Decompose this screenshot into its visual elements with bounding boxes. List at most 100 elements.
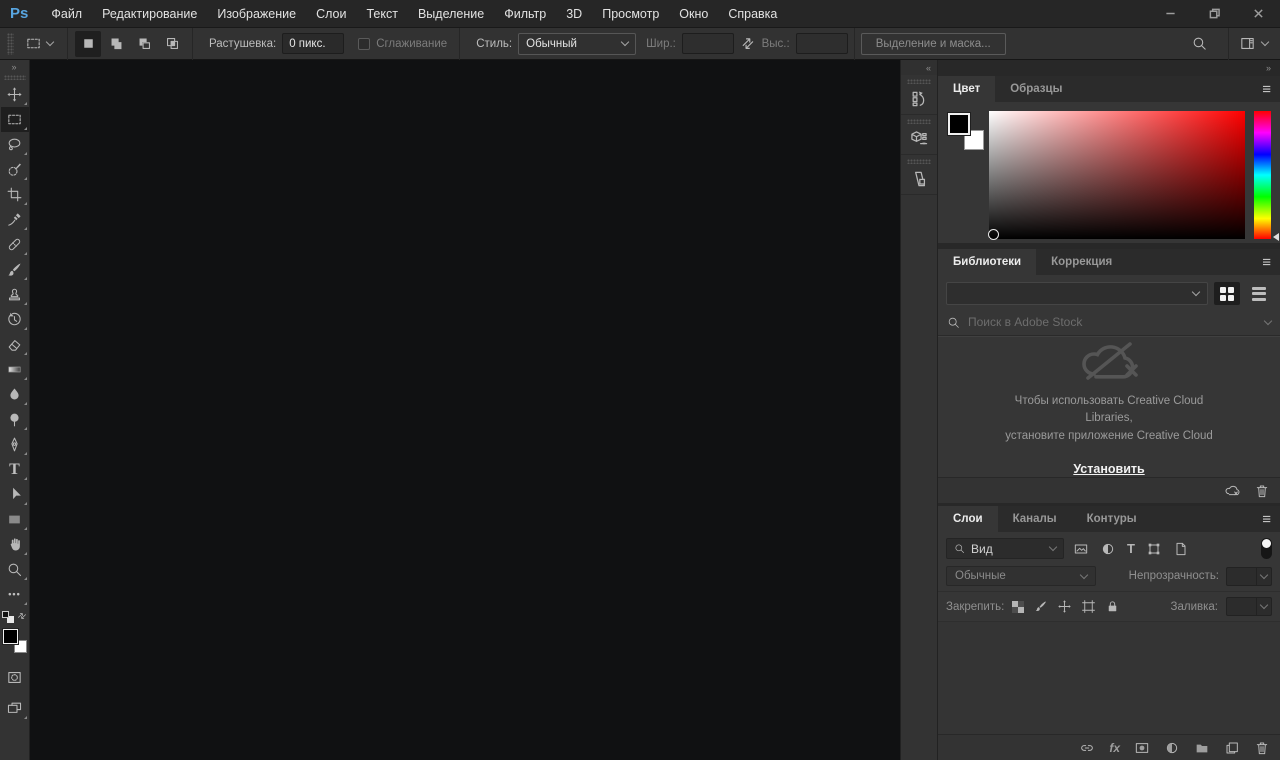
tool-preset-picker[interactable] [17,35,61,52]
menu-image[interactable]: Изображение [207,0,306,28]
tab-swatches[interactable]: Образцы [995,76,1077,102]
tab-libraries[interactable]: Библиотеки [938,249,1036,275]
new-group-icon[interactable] [1194,740,1210,756]
chevron-down-icon[interactable] [1261,38,1269,46]
foreground-color-swatch[interactable] [948,113,970,135]
minimize-button[interactable] [1148,0,1192,28]
lock-position-icon[interactable] [1057,599,1072,614]
info-panel-button[interactable] [901,155,937,195]
width-input[interactable] [682,33,734,54]
layers-list[interactable] [938,622,1280,734]
tab-color[interactable]: Цвет [938,76,995,102]
dodge-tool[interactable] [1,407,29,432]
opacity-input[interactable] [1226,567,1272,586]
tab-channels[interactable]: Каналы [998,506,1072,532]
menu-view[interactable]: Просмотр [592,0,669,28]
stock-search-input[interactable] [968,315,1257,329]
history-panel-button[interactable] [901,75,937,115]
options-grip[interactable] [7,33,14,55]
height-input[interactable] [796,33,848,54]
hand-tool[interactable] [1,532,29,557]
new-selection-button[interactable] [75,31,101,57]
pen-tool[interactable] [1,432,29,457]
sync-disabled-icon[interactable] [1224,483,1240,499]
new-layer-icon[interactable] [1224,740,1240,756]
filter-type-select[interactable]: Вид [946,538,1064,559]
rectangle-tool[interactable] [1,507,29,532]
menu-filter[interactable]: Фильтр [494,0,556,28]
default-colors-button[interactable] [2,611,14,623]
foreground-color-swatch[interactable] [3,629,18,644]
quick-selection-tool[interactable] [1,157,29,182]
intersect-selection-button[interactable] [159,31,185,57]
link-layers-icon[interactable] [1079,740,1095,756]
restore-button[interactable] [1192,0,1236,28]
add-layer-mask-icon[interactable] [1134,740,1150,756]
select-and-mask-button[interactable]: Выделение и маска... [861,33,1006,55]
path-selection-tool[interactable] [1,482,29,507]
swap-colors-button[interactable] [13,608,30,625]
zoom-tool[interactable] [1,557,29,582]
menu-3d[interactable]: 3D [556,0,592,28]
saturation-brightness-field[interactable] [989,111,1245,239]
menu-window[interactable]: Окно [669,0,718,28]
workspace-switcher-icon[interactable] [1239,35,1256,52]
grid-view-button[interactable] [1214,282,1240,305]
quick-mask-button[interactable] [1,665,29,690]
tab-paths[interactable]: Контуры [1072,506,1152,532]
libraries-panel-menu-icon[interactable]: ≡ [1262,249,1280,275]
trash-icon[interactable] [1254,483,1270,499]
lock-artboard-icon[interactable] [1081,599,1096,614]
blur-tool[interactable] [1,382,29,407]
move-tool[interactable] [1,82,29,107]
lock-transparency-icon[interactable] [1012,601,1024,613]
add-to-selection-button[interactable] [103,31,129,57]
antialias-checkbox[interactable] [358,38,370,50]
subtract-from-selection-button[interactable] [131,31,157,57]
type-tool[interactable]: T [1,457,29,482]
swap-dimensions-icon[interactable]: ⇄ [738,33,758,53]
filter-adjustment-layers-icon[interactable] [1100,541,1116,557]
toolbar-collapse-button[interactable]: » [0,60,29,74]
eyedropper-tool[interactable] [1,207,29,232]
brush-tool[interactable] [1,257,29,282]
menu-edit[interactable]: Редактирование [92,0,207,28]
color-panel-menu-icon[interactable]: ≡ [1262,76,1280,102]
filter-type-layers-icon[interactable]: T [1127,541,1135,556]
feather-input[interactable] [282,33,344,54]
hue-slider-marker[interactable] [1273,233,1279,241]
lasso-tool[interactable] [1,132,29,157]
filter-smart-objects-icon[interactable] [1173,541,1189,557]
blend-mode-select[interactable]: Обычные [946,566,1096,586]
hue-slider[interactable] [1254,111,1271,239]
tab-adjustments[interactable]: Коррекция [1036,249,1127,275]
layer-style-fx-icon[interactable]: fx [1109,741,1120,755]
lock-all-icon[interactable] [1105,599,1120,614]
eraser-tool[interactable] [1,332,29,357]
install-link[interactable]: Установить [1073,462,1144,476]
new-adjustment-layer-icon[interactable] [1164,740,1180,756]
menu-type[interactable]: Текст [356,0,407,28]
filter-pixel-layers-icon[interactable] [1073,541,1089,557]
rectangular-marquee-tool[interactable] [1,107,29,132]
gradient-tool[interactable] [1,357,29,382]
close-button[interactable] [1236,0,1280,28]
toolbar-grip[interactable] [4,75,26,80]
style-select[interactable]: Обычный [518,33,636,55]
delete-layer-icon[interactable] [1254,740,1270,756]
fill-input[interactable] [1226,597,1272,616]
properties-panel-button[interactable] [901,115,937,155]
more-tools-button[interactable]: ••• [1,582,29,607]
menu-select[interactable]: Выделение [408,0,494,28]
list-view-button[interactable] [1246,282,1272,305]
search-icon[interactable] [1191,35,1208,52]
tab-layers[interactable]: Слои [938,506,998,532]
canvas-area[interactable] [30,60,900,760]
lock-pixels-icon[interactable] [1033,599,1048,614]
layers-panel-menu-icon[interactable]: ≡ [1262,506,1280,532]
menu-layers[interactable]: Слои [306,0,356,28]
history-brush-tool[interactable] [1,307,29,332]
menu-file[interactable]: Файл [41,0,92,28]
dock-collapse-button[interactable]: » [938,60,1280,76]
filter-shape-layers-icon[interactable] [1146,541,1162,557]
